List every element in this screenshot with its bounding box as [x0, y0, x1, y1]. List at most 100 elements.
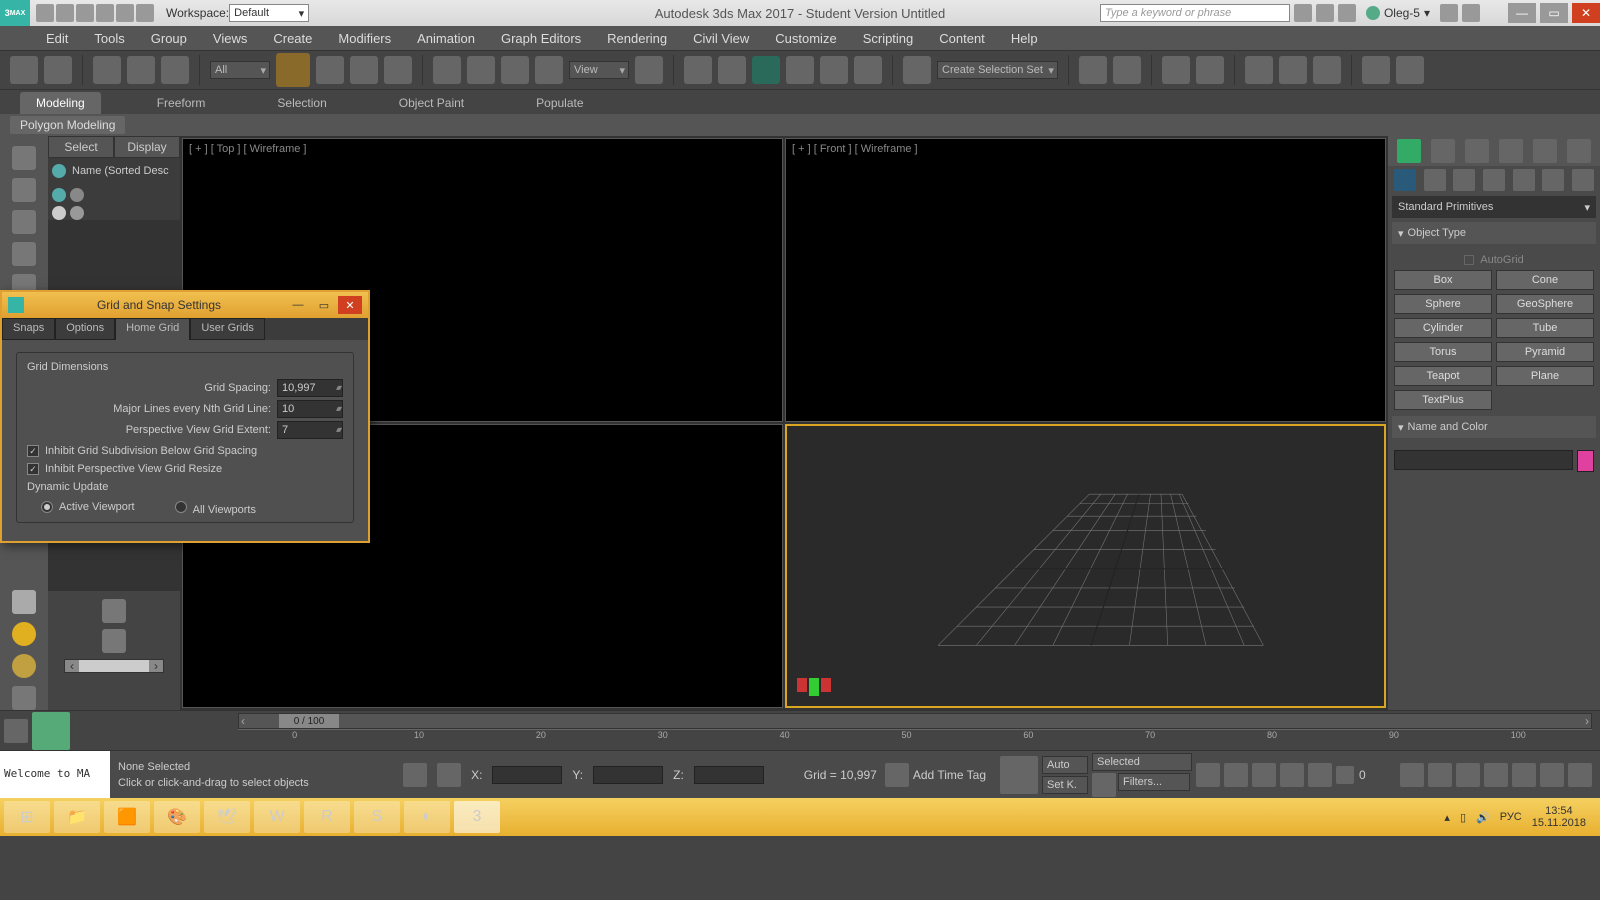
- rect-region-button[interactable]: [350, 56, 378, 84]
- filter3-icon[interactable]: [52, 206, 66, 220]
- radio-all-viewports[interactable]: All Viewports: [175, 501, 256, 516]
- new-icon[interactable]: [36, 4, 54, 22]
- exchange-icon[interactable]: [1440, 4, 1458, 22]
- prim-torus[interactable]: Torus: [1394, 342, 1492, 362]
- dialog-titlebar[interactable]: Grid and Snap Settings — ▭ ✕: [2, 292, 368, 318]
- timetag-icon[interactable]: [885, 763, 909, 787]
- maxscript-listener[interactable]: Welcome to MA: [0, 751, 110, 798]
- revit-icon[interactable]: R: [304, 801, 350, 833]
- schematic-view-button[interactable]: [1279, 56, 1307, 84]
- nav-zoom-icon[interactable]: [1456, 763, 1480, 787]
- search-input[interactable]: Type a keyword or phrase: [1100, 4, 1290, 22]
- motion-tab-icon[interactable]: [1499, 139, 1523, 163]
- viewport-front[interactable]: [ + ] [ Front ] [ Wireframe ]: [785, 138, 1386, 422]
- prim-cone[interactable]: Cone: [1496, 270, 1594, 290]
- bind-button[interactable]: [161, 56, 189, 84]
- app1-icon[interactable]: 🟧: [104, 801, 150, 833]
- selection-set-dropdown[interactable]: Create Selection Set: [937, 61, 1058, 79]
- start-button[interactable]: ⊞: [4, 801, 50, 833]
- paint-icon[interactable]: 🎨: [154, 801, 200, 833]
- help-icon[interactable]: [1462, 4, 1480, 22]
- scene-tab-select[interactable]: Select: [48, 136, 114, 158]
- ribbon-panel-polymodeling[interactable]: Polygon Modeling: [10, 116, 125, 134]
- maximize-button[interactable]: ▭: [1540, 3, 1568, 23]
- nav-pan-icon[interactable]: [1400, 763, 1424, 787]
- tray-lang[interactable]: РУС: [1500, 811, 1522, 823]
- prim-plane[interactable]: Plane: [1496, 366, 1594, 386]
- explorer-icon[interactable]: 📁: [54, 801, 100, 833]
- mirror-button[interactable]: [1079, 56, 1107, 84]
- workspace-dropdown[interactable]: Default▾: [229, 4, 309, 22]
- subscription-icon[interactable]: [1316, 4, 1334, 22]
- dialog-tab-options[interactable]: Options: [55, 318, 115, 340]
- keyboard-shortcut-button[interactable]: [718, 56, 746, 84]
- favorites-icon[interactable]: [1338, 4, 1356, 22]
- infocenter-icon[interactable]: [1294, 4, 1312, 22]
- nav-max-toggle-icon[interactable]: [1568, 763, 1592, 787]
- close-button[interactable]: ✕: [1572, 3, 1600, 23]
- dialog-tab-usergrids[interactable]: User Grids: [190, 318, 265, 340]
- select-object-button[interactable]: [276, 53, 310, 87]
- geometry-category-dropdown[interactable]: Standard Primitives: [1392, 196, 1596, 218]
- menu-content[interactable]: Content: [939, 31, 985, 46]
- prim-sphere[interactable]: Sphere: [1394, 294, 1492, 314]
- object-color-swatch[interactable]: [1577, 450, 1594, 472]
- filter-funnel-icon[interactable]: [102, 599, 126, 623]
- ref-coord-dropdown[interactable]: View: [569, 61, 629, 79]
- tab-objectpaint[interactable]: Object Paint: [383, 92, 480, 114]
- toggle-ribbon-button[interactable]: [1196, 56, 1224, 84]
- cameras-icon[interactable]: [1483, 169, 1505, 191]
- key-filters-dropdown[interactable]: Filters...: [1118, 773, 1190, 791]
- next-frame-icon[interactable]: [1280, 763, 1304, 787]
- sun2-icon[interactable]: [12, 654, 36, 678]
- display-tab-icon[interactable]: [1533, 139, 1557, 163]
- light-icon[interactable]: [12, 590, 36, 614]
- skype-icon[interactable]: S: [354, 801, 400, 833]
- key-filters-selected[interactable]: Selected: [1092, 753, 1192, 771]
- layers-icon[interactable]: [12, 210, 36, 234]
- dialog-tab-homegrid[interactable]: Home Grid: [115, 318, 190, 340]
- time-config-icon[interactable]: [1336, 766, 1354, 784]
- tray-up-icon[interactable]: ▴: [1444, 811, 1450, 824]
- spinner-snap-button[interactable]: [854, 56, 882, 84]
- tab-selection[interactable]: Selection: [261, 92, 342, 114]
- systems-icon[interactable]: [1572, 169, 1594, 191]
- filter4-icon[interactable]: [70, 206, 84, 220]
- spacewarps-icon[interactable]: [1542, 169, 1564, 191]
- menu-grapheditors[interactable]: Graph Editors: [501, 31, 581, 46]
- snap-toggle-button[interactable]: [752, 56, 780, 84]
- dialog-close-button[interactable]: ✕: [338, 296, 362, 314]
- prim-tube[interactable]: Tube: [1496, 318, 1594, 338]
- open-icon[interactable]: [56, 4, 74, 22]
- unlink-button[interactable]: [127, 56, 155, 84]
- prim-geosphere[interactable]: GeoSphere: [1496, 294, 1594, 314]
- tray-sound-icon[interactable]: 🔊: [1476, 811, 1490, 824]
- h-scrollbar[interactable]: ‹ ›: [64, 659, 164, 673]
- shapes-icon[interactable]: [1424, 169, 1446, 191]
- prim-cylinder[interactable]: Cylinder: [1394, 318, 1492, 338]
- scale-button[interactable]: [501, 56, 529, 84]
- percent-snap-button[interactable]: [820, 56, 848, 84]
- list-icon[interactable]: [12, 178, 36, 202]
- filter1-icon[interactable]: [52, 188, 66, 202]
- render-setup-button[interactable]: [1362, 56, 1390, 84]
- set-key-button[interactable]: Set K.: [1042, 776, 1088, 794]
- y-field[interactable]: [593, 766, 663, 784]
- sheet-icon[interactable]: [12, 242, 36, 266]
- dialog-maximize-button[interactable]: ▭: [312, 296, 336, 314]
- prim-box[interactable]: Box: [1394, 270, 1492, 290]
- curve-editor-button[interactable]: [1245, 56, 1273, 84]
- menu-edit[interactable]: Edit: [46, 31, 68, 46]
- lights-icon[interactable]: [1453, 169, 1475, 191]
- hierarchy-tab-icon[interactable]: [1465, 139, 1489, 163]
- link-icon[interactable]: [136, 4, 154, 22]
- bird-icon[interactable]: 🕊: [204, 801, 250, 833]
- redo-button[interactable]: [44, 56, 72, 84]
- nav-orbit-icon[interactable]: [1428, 763, 1452, 787]
- link-button[interactable]: [93, 56, 121, 84]
- rollout-object-type[interactable]: Object Type: [1392, 222, 1596, 244]
- app-logo[interactable]: 3MAX: [0, 0, 30, 26]
- menu-modifiers[interactable]: Modifiers: [338, 31, 391, 46]
- manipulate-button[interactable]: [684, 56, 712, 84]
- tray-time[interactable]: 13:54: [1532, 805, 1586, 817]
